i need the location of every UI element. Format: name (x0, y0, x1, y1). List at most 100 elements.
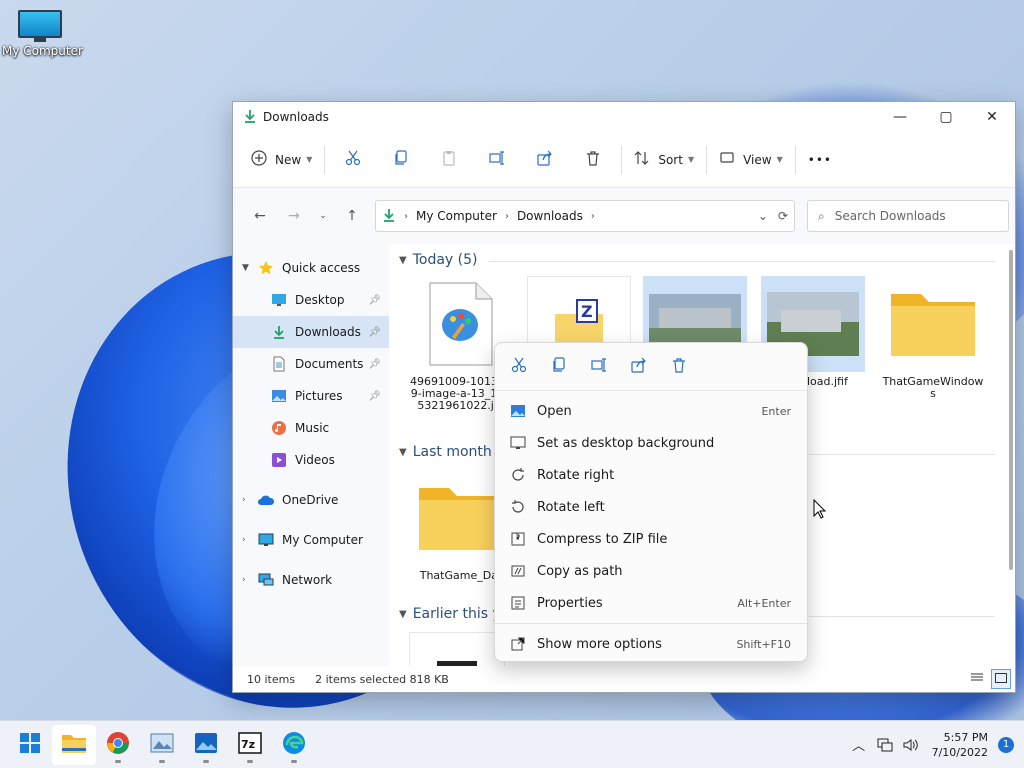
menu-item-compress-zip[interactable]: Compress to ZIP file (495, 523, 807, 555)
address-bar[interactable]: › My Computer › Downloads › ⌄ ⟳ (375, 200, 795, 232)
trash-icon (671, 357, 687, 376)
more-options-button[interactable]: ••• (800, 144, 840, 176)
group-header-earlier[interactable]: ▼ Earlier this y (399, 606, 501, 622)
forward-button[interactable]: → (277, 200, 311, 232)
item-count: 10 items (247, 672, 296, 686)
share-button[interactable] (619, 349, 659, 385)
menu-item-label: Open (537, 403, 572, 419)
rename-button[interactable] (579, 349, 619, 385)
breadcrumb-my-computer[interactable]: My Computer (416, 209, 497, 223)
group-header-last-month[interactable]: ▼ Last month ( (399, 444, 502, 460)
nav-onedrive[interactable]: › OneDrive (233, 484, 389, 516)
delete-button[interactable] (659, 349, 699, 385)
chevron-right-icon: › (504, 210, 509, 222)
chevron-down-icon: ▼ (306, 155, 313, 164)
sort-button[interactable]: Sort ▼ (626, 144, 702, 176)
chevron-down-icon: ▼ (776, 155, 783, 164)
large-icons-view-button[interactable] (991, 669, 1011, 689)
more-options-icon (509, 636, 527, 652)
menu-shortcut: Alt+Enter (737, 596, 791, 610)
delete-button[interactable] (569, 144, 617, 176)
menu-item-copy-as-path[interactable]: Copy as path (495, 555, 807, 587)
taskbar-file-explorer[interactable] (52, 724, 96, 765)
pin-icon[interactable]: 📌︎ (368, 359, 381, 370)
new-button[interactable]: New ▼ (243, 144, 320, 176)
menu-item-rotate-right[interactable]: Rotate right (495, 459, 807, 491)
rename-icon (489, 150, 505, 169)
menu-item-properties[interactable]: Properties Alt+Enter (495, 587, 807, 619)
address-row: ← → ⌄ ↑ › My Computer › Downloads › ⌄ ⟳ … (233, 188, 1015, 244)
nav-label: OneDrive (282, 493, 339, 507)
notification-badge[interactable]: 1 (998, 736, 1014, 753)
document-icon (269, 356, 289, 372)
cut-button[interactable] (329, 144, 377, 176)
desktop-icon-my-computer[interactable]: My Computer (2, 10, 83, 58)
nav-videos[interactable]: Videos (233, 444, 389, 476)
cut-button[interactable] (499, 349, 539, 385)
nav-pictures[interactable]: Pictures 📌︎ (233, 380, 389, 412)
photos-icon (509, 404, 527, 418)
menu-item-rotate-left[interactable]: Rotate left (495, 491, 807, 523)
minimize-button[interactable]: — (877, 102, 923, 132)
close-button[interactable]: ✕ (969, 102, 1015, 132)
title-bar[interactable]: Downloads — ▢ ✕ (233, 102, 1015, 132)
maximize-button[interactable]: ▢ (923, 102, 969, 132)
menu-item-label: Compress to ZIP file (537, 531, 668, 547)
windows-logo-icon (19, 732, 41, 757)
taskbar-chrome[interactable] (96, 725, 140, 765)
chevron-right-icon: › (242, 495, 246, 505)
clock[interactable]: 5:57 PM 7/10/2022 (932, 730, 988, 760)
nav-documents[interactable]: Documents 📌︎ (233, 348, 389, 380)
volume-icon[interactable] (898, 738, 924, 752)
menu-item-open[interactable]: Open Enter (495, 395, 807, 427)
nav-network[interactable]: › Network (233, 564, 389, 596)
file-item[interactable]: ThatGameWindows (881, 276, 985, 400)
file-item[interactable] (409, 632, 505, 666)
copy-path-icon (509, 563, 527, 579)
start-button[interactable] (8, 725, 52, 765)
taskbar-photos[interactable] (184, 725, 228, 765)
nav-label: Quick access (282, 261, 361, 275)
nav-downloads[interactable]: Downloads 📌︎ (233, 316, 389, 348)
up-button[interactable]: ↑ (335, 200, 369, 232)
properties-icon (509, 595, 527, 611)
taskbar-7zip[interactable]: 7z (228, 725, 272, 765)
details-view-button[interactable] (967, 669, 987, 689)
recent-locations-button[interactable]: ⌄ (311, 200, 335, 232)
pin-icon[interactable]: 📌︎ (368, 391, 381, 402)
copy-icon (551, 357, 567, 376)
group-header-today[interactable]: ▼ Today (5) (399, 252, 477, 268)
refresh-icon[interactable]: ⟳ (778, 209, 788, 223)
pin-icon[interactable]: 📌︎ (368, 327, 381, 338)
group-label: Earlier this y (412, 606, 501, 622)
share-button[interactable] (521, 144, 569, 176)
nav-my-computer[interactable]: › My Computer (233, 524, 389, 556)
scrollbar[interactable] (1009, 250, 1013, 570)
nav-quick-access[interactable]: ▼ Quick access (233, 252, 389, 284)
music-icon (269, 420, 289, 436)
nav-music[interactable]: Music (233, 412, 389, 444)
menu-item-label: Show more options (537, 636, 662, 652)
back-button[interactable]: ← (243, 200, 277, 232)
address-dropdown-icon[interactable]: ⌄ (758, 209, 768, 223)
rotate-right-icon (509, 467, 527, 483)
copy-button[interactable] (539, 349, 579, 385)
menu-item-set-desktop-background[interactable]: Set as desktop background (495, 427, 807, 459)
taskbar-photos-viewer[interactable] (140, 725, 184, 765)
view-button[interactable]: View ▼ (711, 144, 791, 176)
zip-icon (509, 531, 527, 547)
context-quick-actions (495, 343, 807, 391)
network-icon[interactable] (872, 738, 898, 752)
search-input[interactable]: ⌕ Search Downloads (807, 200, 1009, 232)
nav-desktop[interactable]: Desktop 📌︎ (233, 284, 389, 316)
scissors-icon (345, 150, 361, 169)
chevron-up-icon[interactable]: ︿ (846, 735, 872, 754)
paste-button[interactable] (425, 144, 473, 176)
breadcrumb-downloads[interactable]: Downloads (517, 209, 583, 223)
rename-button[interactable] (473, 144, 521, 176)
menu-item-show-more-options[interactable]: Show more options Shift+F10 (495, 628, 807, 660)
copy-button[interactable] (377, 144, 425, 176)
pin-icon[interactable]: 📌︎ (368, 295, 381, 306)
taskbar-edge[interactable] (272, 725, 316, 765)
nav-label: My Computer (282, 533, 363, 547)
